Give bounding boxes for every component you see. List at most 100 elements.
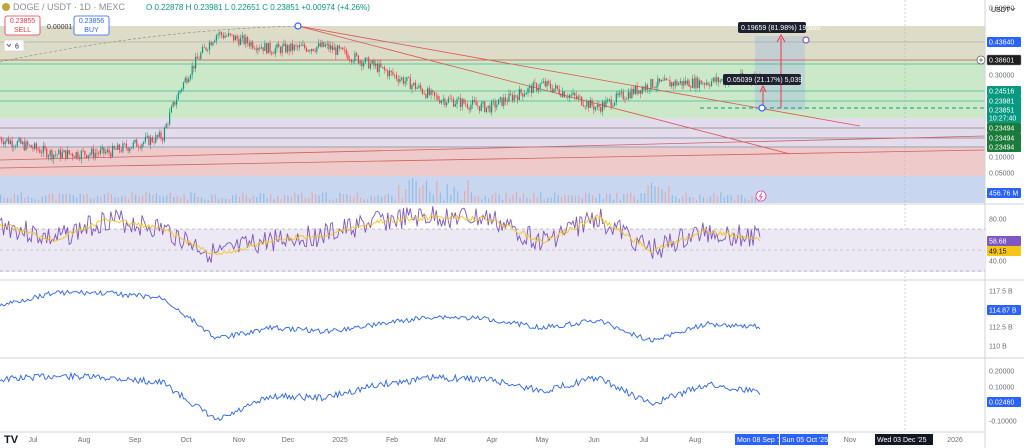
volume-bar [121, 196, 123, 203]
lightning-icon[interactable] [755, 190, 767, 202]
candle-body [146, 135, 148, 138]
time-tick-label: Nov [233, 437, 246, 444]
candle-body [331, 45, 333, 51]
candle-body [181, 88, 183, 91]
time-tick-label: 2025 [332, 437, 348, 444]
candle-body [719, 80, 721, 83]
candle-body [110, 152, 112, 157]
volume-bar [124, 195, 126, 203]
candle-body [472, 100, 474, 105]
candle-body [155, 135, 157, 143]
candle-body [257, 47, 259, 51]
indicator-1-line [0, 289, 761, 343]
candle-body [638, 90, 640, 94]
candle-body [388, 70, 391, 77]
candle-body [165, 124, 167, 129]
candle-body [591, 99, 593, 106]
candle-body [446, 102, 448, 106]
candle-body [497, 99, 500, 105]
candle-body [672, 82, 675, 86]
volume-bar [422, 185, 424, 203]
candle-body [451, 98, 453, 100]
svg-text:SELL: SELL [14, 27, 31, 34]
candle-body [619, 92, 621, 96]
volume-bar [415, 181, 417, 203]
sell-button[interactable]: 0.23855 SELL [4, 15, 41, 36]
candle-body [407, 77, 410, 78]
volume-bar [467, 179, 469, 203]
buy-button[interactable]: 0.23856 BUY [73, 15, 110, 36]
header-legend: DOGE / USDT · 1D · MEXC O 0.22878 H 0.23… [2, 2, 370, 12]
ohlc-values: O 0.22878 H 0.23981 L 0.22651 C 0.23851 … [146, 3, 370, 12]
volume-bar [297, 194, 299, 203]
volume-bar [432, 194, 435, 203]
candle-body [520, 89, 522, 94]
candle-body [532, 82, 534, 94]
volume-bar [3, 197, 5, 203]
candle-body [1, 138, 3, 142]
volume-bar [491, 194, 493, 203]
candle-body [503, 97, 505, 106]
candle-body [537, 88, 540, 91]
volume-bar [339, 192, 341, 203]
svg-text:0.05039 (21.17%) 5,039: 0.05039 (21.17%) 5,039 [727, 77, 802, 84]
time-axis[interactable]: Jul Aug Sep Oct Nov Dec 2025 Feb Mar Apr May Jun Jul… [29, 434, 963, 445]
candle-body [721, 79, 723, 81]
volume-bar [41, 196, 43, 203]
candle-body [195, 56, 197, 69]
candle-body [130, 147, 133, 149]
indicators-toggle[interactable]: 6 [3, 39, 25, 52]
candle-body [636, 85, 638, 94]
candle-body [305, 47, 308, 52]
time-tick-label: Dec [282, 437, 295, 444]
candle-body [150, 137, 152, 145]
volume-bar [512, 194, 514, 203]
candle-body [681, 81, 683, 86]
candle-body [442, 99, 444, 101]
candle-body [570, 94, 572, 96]
trading-chart[interactable]: 0.19659 (81.98%) 19,659 0.05039 (21.17%)… [0, 0, 1024, 448]
volume-bar [598, 193, 601, 203]
volume-bar [457, 191, 459, 203]
candle-body [231, 34, 233, 36]
volume-bar [231, 195, 234, 203]
price-axis[interactable]: 0.500000.436400.386010.300000.245160.239… [986, 6, 1022, 426]
candle-body [84, 150, 86, 155]
candle-body [425, 94, 427, 98]
projection-target-handle[interactable] [802, 36, 810, 44]
volume-bar [72, 195, 74, 203]
currency-label[interactable]: USDT [991, 7, 1011, 14]
axis-tick-label: 80.00 [989, 217, 1007, 224]
volume-bar [408, 180, 410, 203]
candle-body [151, 137, 153, 142]
candle-body [494, 101, 496, 108]
volume-bar [740, 194, 743, 203]
volume-bar [727, 195, 729, 203]
candle-body [593, 105, 595, 110]
candle-body [92, 148, 95, 158]
volume-bar [529, 199, 531, 203]
candle-body [182, 82, 185, 89]
candle-body [291, 43, 294, 51]
candle-body [546, 81, 548, 87]
candle-body [717, 77, 720, 83]
candle-body [144, 137, 147, 142]
candle-body [368, 57, 370, 69]
volume-bar [110, 194, 112, 203]
candle-body [312, 48, 314, 51]
candle-body [311, 48, 313, 52]
volume-bar [45, 195, 47, 203]
add-alert-icon[interactable] [976, 55, 986, 65]
projection-anchor[interactable] [758, 104, 766, 112]
volume-bar [713, 192, 715, 203]
candle-body [9, 140, 11, 144]
volume-bar [387, 193, 389, 203]
volume-bar [488, 198, 490, 203]
candle-body [58, 149, 60, 155]
axis-badge-label: 0.02460 [989, 400, 1014, 407]
candle-body [336, 45, 339, 55]
volume-bar [58, 193, 61, 203]
volume-bar [398, 184, 400, 203]
trendline-handle[interactable] [294, 22, 302, 30]
volume-bar [252, 195, 254, 203]
